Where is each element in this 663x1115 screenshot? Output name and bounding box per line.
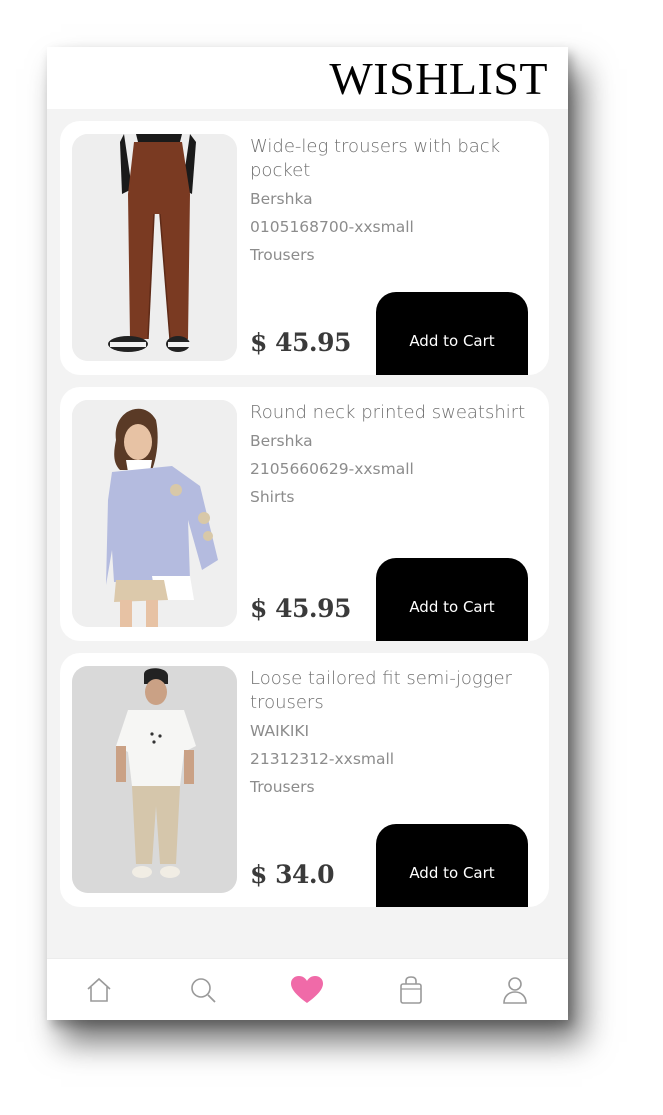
wishlist-card[interactable]: Wide-leg trousers with back pocket Bersh…	[60, 121, 549, 375]
product-image[interactable]	[72, 134, 237, 361]
jogger-photo	[72, 666, 237, 893]
heart-icon[interactable]	[290, 973, 324, 1007]
app-screen: WISHLIST Wide-leg trousers with back poc…	[47, 47, 568, 1020]
product-category: Trousers	[250, 778, 315, 796]
product-name: Round neck printed sweatshirt	[250, 402, 526, 423]
wishlist-card[interactable]: Loose tailored fit semi-jogger trousers …	[60, 653, 549, 907]
product-info: Wide-leg trousers with back pocket Bersh…	[250, 135, 535, 269]
home-icon[interactable]	[82, 973, 116, 1007]
shopping-bag-icon[interactable]	[394, 973, 428, 1007]
profile-icon[interactable]	[498, 973, 532, 1007]
add-to-cart-button[interactable]: Add to Cart	[376, 558, 528, 641]
product-image[interactable]	[72, 400, 237, 627]
product-price: $ 45.95	[250, 594, 351, 623]
search-icon[interactable]	[186, 973, 220, 1007]
wishlist-card[interactable]: Round neck printed sweatshirt Bershka 21…	[60, 387, 549, 641]
product-name: Wide-leg trousers with back pocket	[250, 136, 501, 181]
header: WISHLIST	[47, 47, 568, 109]
product-sku: 2105660629-xxsmall	[250, 460, 414, 478]
product-info: Round neck printed sweatshirt Bershka 21…	[250, 401, 535, 511]
product-price: $ 34.0	[250, 860, 335, 889]
product-sku: 21312312-xxsmall	[250, 750, 395, 768]
add-to-cart-button[interactable]: Add to Cart	[376, 292, 528, 375]
product-price: $ 45.95	[250, 328, 351, 357]
bottom-tab-bar	[47, 958, 568, 1020]
add-to-cart-button[interactable]: Add to Cart	[376, 824, 528, 907]
product-brand: WAIKIKI	[250, 722, 310, 740]
trousers-photo	[72, 134, 237, 361]
product-sku: 0105168700-xxsmall	[250, 218, 414, 236]
wishlist: Wide-leg trousers with back pocket Bersh…	[60, 121, 549, 919]
product-category: Trousers	[250, 246, 315, 264]
product-info: Loose tailored fit semi-jogger trousers …	[250, 667, 535, 801]
product-category: Shirts	[250, 488, 295, 506]
sweatshirt-photo	[72, 400, 237, 627]
product-name: Loose tailored fit semi-jogger trousers	[250, 668, 512, 713]
product-brand: Bershka	[250, 432, 313, 450]
page-title: WISHLIST	[329, 53, 548, 104]
product-image[interactable]	[72, 666, 237, 893]
product-brand: Bershka	[250, 190, 313, 208]
